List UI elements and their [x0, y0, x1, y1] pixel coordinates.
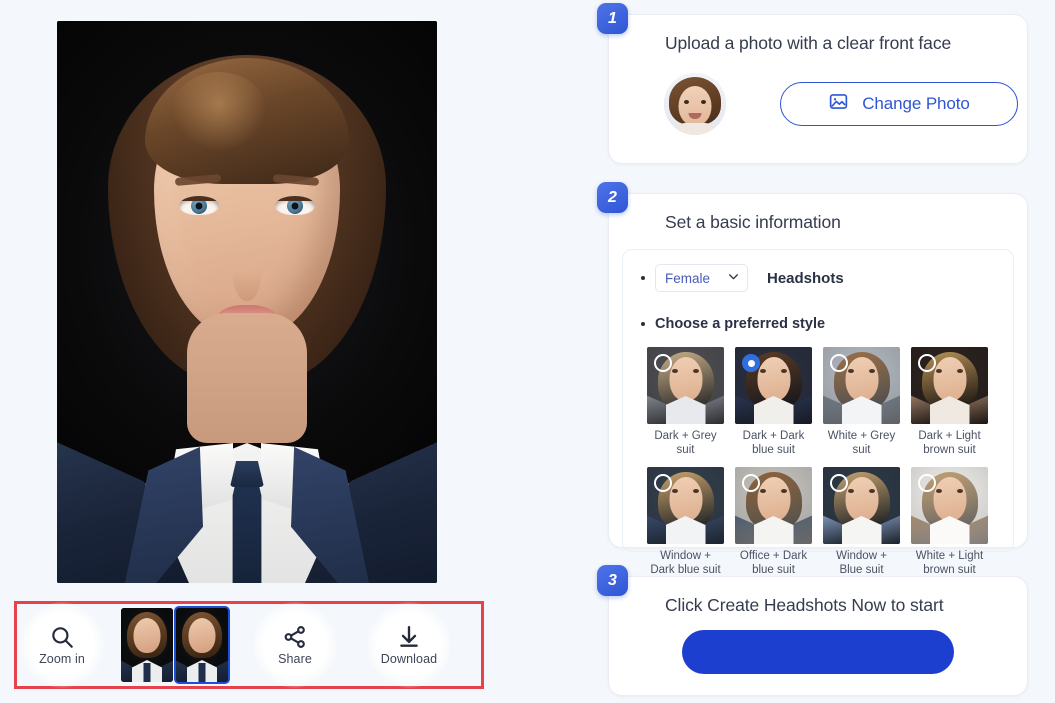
- change-photo-button[interactable]: Change Photo: [780, 82, 1018, 126]
- zoom-in-label: Zoom in: [39, 652, 85, 666]
- portrait-illustration: [57, 21, 437, 583]
- style-option-radio[interactable]: [918, 474, 936, 492]
- style-option-thumbnail: [735, 347, 812, 424]
- step-2-title: Set a basic information: [665, 212, 841, 232]
- style-option-radio[interactable]: [830, 474, 848, 492]
- app-root: Zoom in Share Download 1 Upload a photo …: [0, 0, 1055, 703]
- basic-information-panel: Female Headshots Choose a preferred styl…: [622, 249, 1014, 576]
- style-option-thumbnail: [735, 467, 812, 544]
- style-option-radio[interactable]: [830, 354, 848, 372]
- uploaded-photo-avatar[interactable]: [664, 73, 726, 135]
- style-option-thumbnail: [647, 467, 724, 544]
- style-option-7[interactable]: Window + Blue suit: [823, 467, 900, 577]
- style-option-radio[interactable]: [918, 354, 936, 372]
- step-2-badge: 2: [597, 182, 628, 213]
- step-1-title: Upload a photo with a clear front face: [665, 33, 952, 53]
- result-thumbnail-list: [121, 606, 230, 684]
- zoom-in-button[interactable]: Zoom in: [17, 601, 107, 689]
- gender-row: Female Headshots: [623, 264, 1013, 292]
- style-option-thumbnail: [823, 347, 900, 424]
- result-thumbnail-2[interactable]: [174, 606, 230, 684]
- step-1-card: 1 Upload a photo with a clear front face: [597, 3, 1028, 164]
- style-option-label: White + Light brown suit: [915, 550, 984, 576]
- download-arrow-icon: [396, 624, 422, 650]
- share-label: Share: [278, 652, 312, 666]
- download-label: Download: [380, 652, 438, 666]
- bullet-icon: [641, 276, 645, 280]
- style-option-radio[interactable]: [742, 474, 760, 492]
- choose-style-row: Choose a preferred style: [623, 316, 1013, 332]
- magnifier-icon: [49, 624, 75, 650]
- style-option-1[interactable]: Dark + Grey suit: [647, 347, 724, 457]
- image-icon: [828, 91, 849, 117]
- style-option-label: Office + Dark blue suit: [739, 550, 808, 576]
- share-button[interactable]: Share: [250, 601, 340, 689]
- style-option-3[interactable]: White + Grey suit: [823, 347, 900, 457]
- step-3-card: 3 Click Create Headshots Now to start: [597, 565, 1028, 696]
- style-option-8[interactable]: White + Light brown suit: [911, 467, 988, 577]
- style-option-label: Dark + Dark blue suit: [742, 430, 805, 456]
- step-1-badge: 1: [597, 3, 628, 34]
- gender-select[interactable]: Female: [655, 264, 748, 292]
- style-option-thumbnail: [911, 467, 988, 544]
- style-option-thumbnail: [823, 467, 900, 544]
- choose-style-label: Choose a preferred style: [655, 316, 826, 332]
- change-photo-label: Change Photo: [862, 94, 970, 113]
- share-nodes-icon: [282, 624, 308, 650]
- headshot-preview-image[interactable]: [57, 21, 437, 583]
- style-option-2[interactable]: Dark + Dark blue suit: [735, 347, 812, 457]
- style-option-5[interactable]: Window + Dark blue suit: [647, 467, 724, 577]
- style-option-6[interactable]: Office + Dark blue suit: [735, 467, 812, 577]
- step-3-title: Click Create Headshots Now to start: [665, 595, 944, 615]
- style-option-thumbnail: [911, 347, 988, 424]
- style-option-4[interactable]: Dark + Light brown suit: [911, 347, 988, 457]
- style-option-radio[interactable]: [654, 474, 672, 492]
- style-option-label: White + Grey suit: [827, 430, 896, 456]
- result-actions-toolbar: Zoom in Share Download: [14, 601, 484, 689]
- preview-panel: Zoom in Share Download: [0, 0, 600, 703]
- style-option-radio[interactable]: [742, 354, 760, 372]
- step-3-badge: 3: [597, 565, 628, 596]
- style-option-label: Window + Dark blue suit: [650, 550, 721, 576]
- result-thumbnail-1[interactable]: [121, 608, 173, 682]
- bullet-icon: [641, 322, 645, 326]
- style-option-label: Dark + Grey suit: [654, 430, 717, 456]
- create-headshots-now-button[interactable]: [682, 630, 954, 674]
- style-option-thumbnail: [647, 347, 724, 424]
- style-option-label: Window + Blue suit: [836, 550, 887, 576]
- gender-select-value: Female: [665, 270, 711, 286]
- step-2-card: 2 Set a basic information Female Headsho…: [597, 182, 1028, 576]
- steps-panel: 1 Upload a photo with a clear front face: [597, 0, 1055, 703]
- style-option-label: Dark + Light brown suit: [918, 430, 981, 456]
- download-button[interactable]: Download: [364, 601, 454, 689]
- chevron-down-icon: [727, 270, 740, 286]
- headshots-label: Headshots: [767, 269, 844, 287]
- style-option-radio[interactable]: [654, 354, 672, 372]
- style-options-grid: Dark + Grey suit Dark + Dark blue suit Whi…: [623, 337, 1013, 577]
